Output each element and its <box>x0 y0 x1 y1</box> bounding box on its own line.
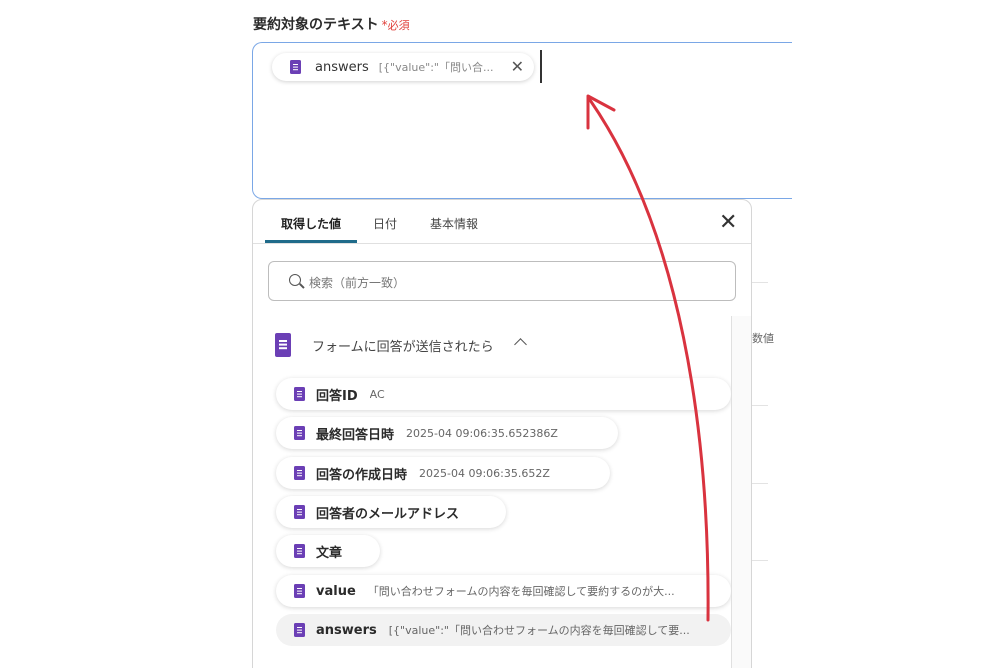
annotation-arrow <box>586 94 710 622</box>
